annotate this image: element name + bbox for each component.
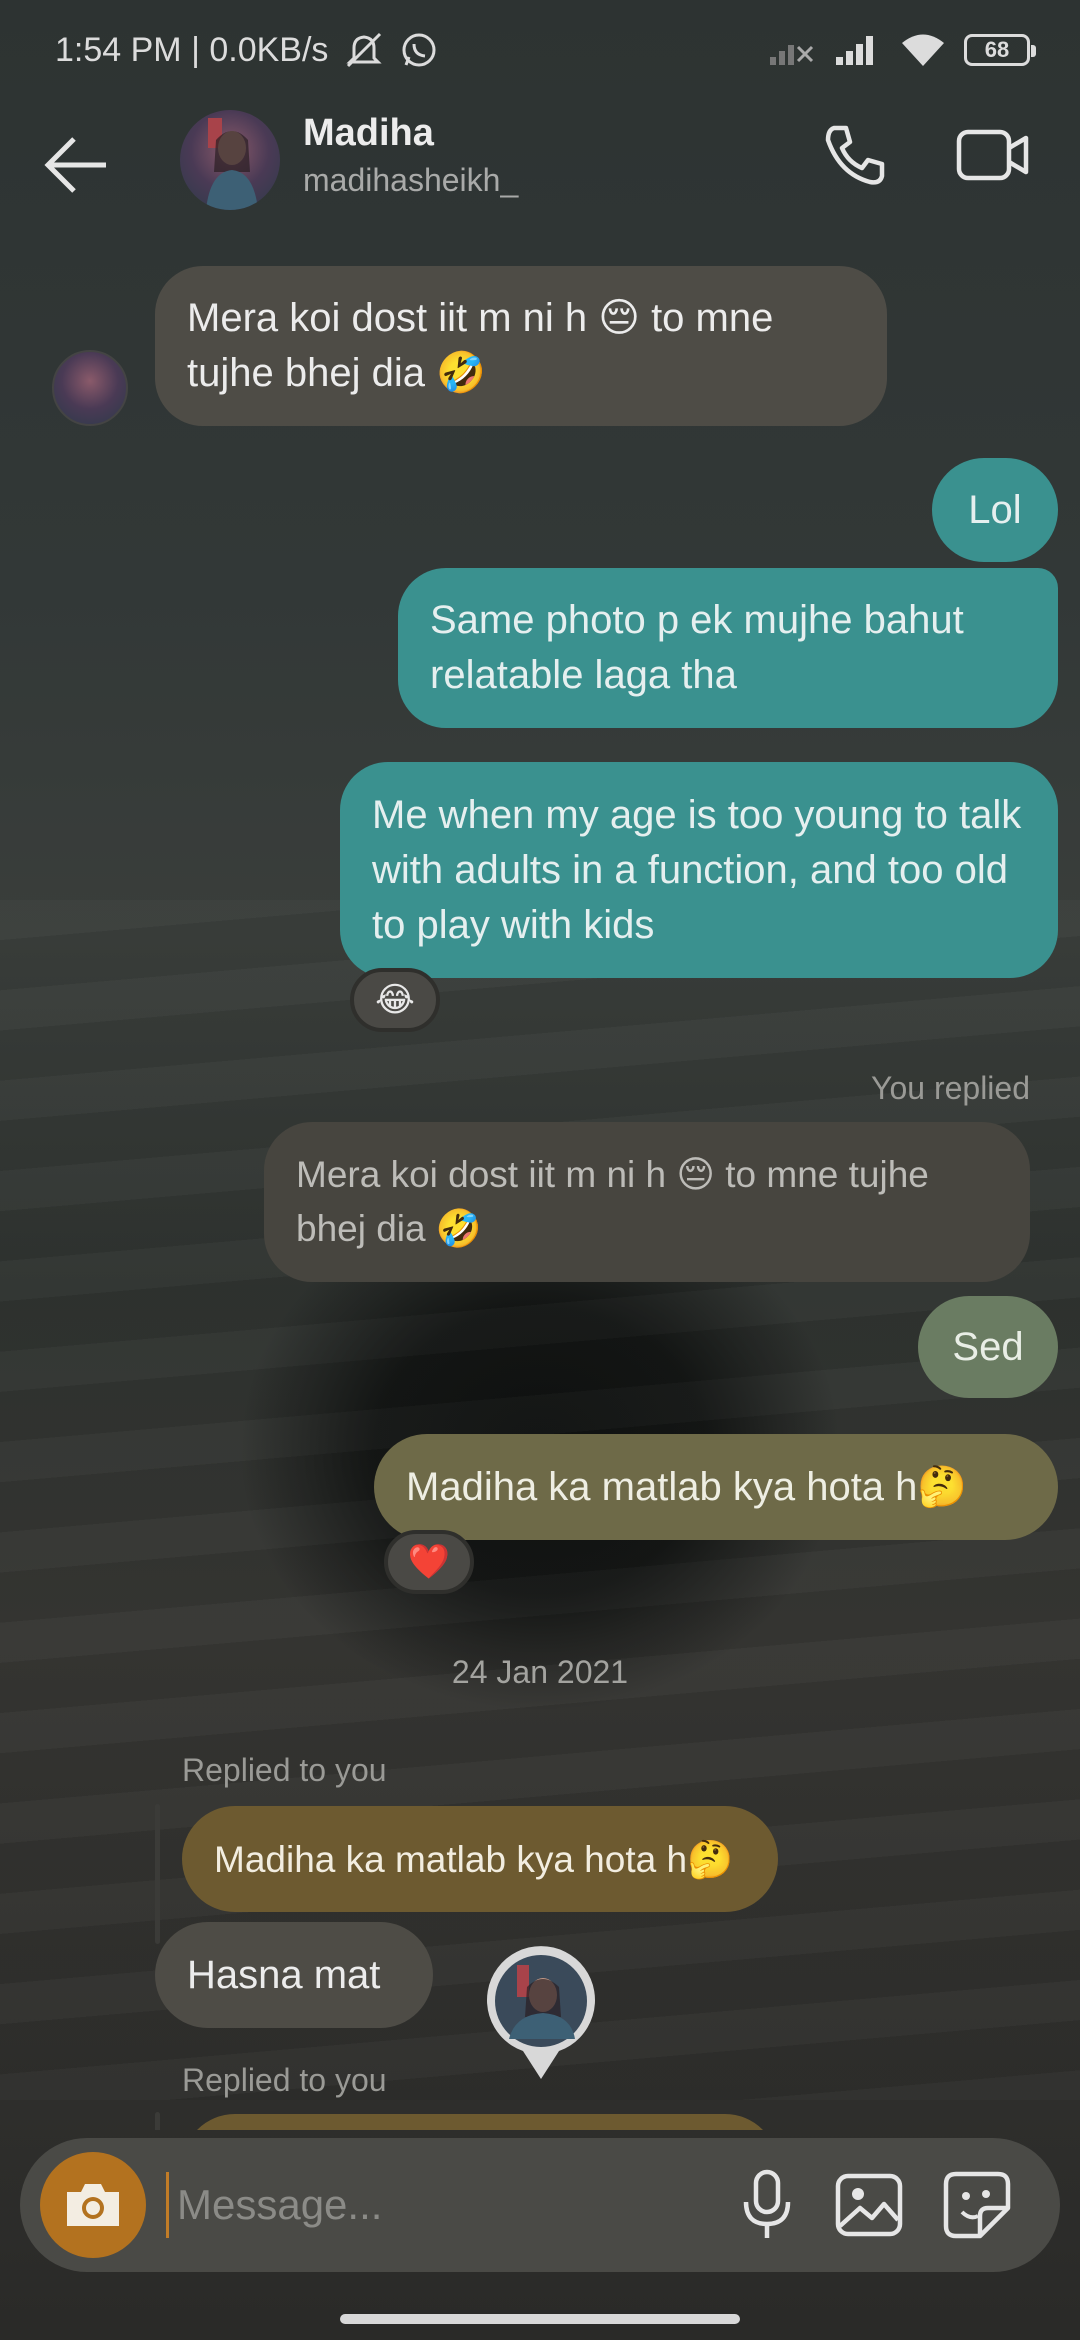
message-bubble-outgoing[interactable]: Me when my age is too young to talk with… (340, 762, 1058, 978)
signal-off-icon (768, 33, 816, 67)
message-bubble-outgoing[interactable]: Sed (918, 1296, 1058, 1398)
message-text: Madiha ka matlab kya hota h🤔 (406, 1464, 968, 1509)
signal-icon (834, 33, 882, 67)
battery-icon: 68 (964, 34, 1036, 66)
message-reaction[interactable]: ❤️ (384, 1530, 474, 1594)
sticker-icon[interactable] (940, 2168, 1014, 2242)
message-composer (20, 2138, 1060, 2272)
reply-label: Replied to you (182, 2062, 387, 2098)
whatsapp-icon (400, 31, 438, 69)
camera-icon[interactable] (40, 2152, 146, 2258)
quoted-text: Mera koi dost iit m ni h 😔 to mne tujhe … (296, 1154, 929, 1249)
mute-icon (342, 30, 386, 70)
message-text: Mera koi dost iit m ni h 😔 to mne tujhe … (187, 296, 774, 395)
phone-icon[interactable] (820, 120, 890, 190)
seen-avatar-pin[interactable] (483, 1943, 599, 2083)
wifi-icon (900, 32, 946, 68)
message-text: Same photo p ek mujhe bahut relatable la… (430, 598, 964, 697)
reply-label: Replied to you (182, 1752, 387, 1788)
message-text: Me when my age is too young to talk with… (372, 792, 1022, 947)
message-bubble-outgoing[interactable]: Madiha ka matlab kya hota h🤔 (374, 1434, 1058, 1540)
quoted-message[interactable]: Madiha ka matlab kya hota h🤔 (182, 1806, 778, 1912)
status-time-speed: 1:54 PM | 0.0KB/s (55, 30, 329, 69)
video-call-icon[interactable] (955, 120, 1030, 190)
message-bubble-outgoing[interactable]: Lol (932, 458, 1058, 562)
back-arrow-icon[interactable] (42, 130, 112, 200)
message-text: Hasna mat (187, 1952, 381, 1997)
quoted-message-partial[interactable] (182, 2114, 778, 2130)
status-bar: 1:54 PM | 0.0KB/s 68 (0, 0, 1080, 100)
home-indicator[interactable] (340, 2314, 740, 2324)
reply-indicator-bar (155, 1804, 160, 1944)
quoted-text: Madiha ka matlab kya hota h🤔 (214, 1838, 734, 1880)
contact-username[interactable]: madihasheikh_ (303, 162, 518, 199)
reply-indicator-bar (155, 2112, 160, 2130)
message-bubble-incoming[interactable]: Hasna mat (155, 1922, 433, 2028)
contact-name[interactable]: Madiha (303, 112, 434, 155)
contact-avatar[interactable] (180, 110, 280, 210)
message-bubble-incoming[interactable]: Mera koi dost iit m ni h 😔 to mne tujhe … (155, 266, 887, 426)
sender-avatar[interactable] (52, 350, 128, 426)
gallery-icon[interactable] (832, 2168, 906, 2242)
message-reaction[interactable]: 😂 (350, 968, 440, 1032)
message-bubble-outgoing[interactable]: Same photo p ek mujhe bahut relatable la… (398, 568, 1058, 728)
message-text: Sed (952, 1324, 1024, 1369)
status-right: 68 (768, 32, 1036, 68)
message-text: Lol (968, 487, 1022, 532)
message-input[interactable] (166, 2172, 706, 2238)
quoted-message[interactable]: Mera koi dost iit m ni h 😔 to mne tujhe … (264, 1122, 1030, 1282)
microphone-icon[interactable] (732, 2168, 802, 2242)
status-left: 1:54 PM | 0.0KB/s (55, 30, 438, 70)
date-separator: 24 Jan 2021 (451, 1654, 629, 1690)
message-list[interactable]: Mera koi dost iit m ni h 😔 to mne tujhe … (0, 230, 1080, 2130)
chat-header: Madiha madihasheikh_ (0, 100, 1080, 230)
reply-label: You replied (871, 1070, 1030, 1106)
